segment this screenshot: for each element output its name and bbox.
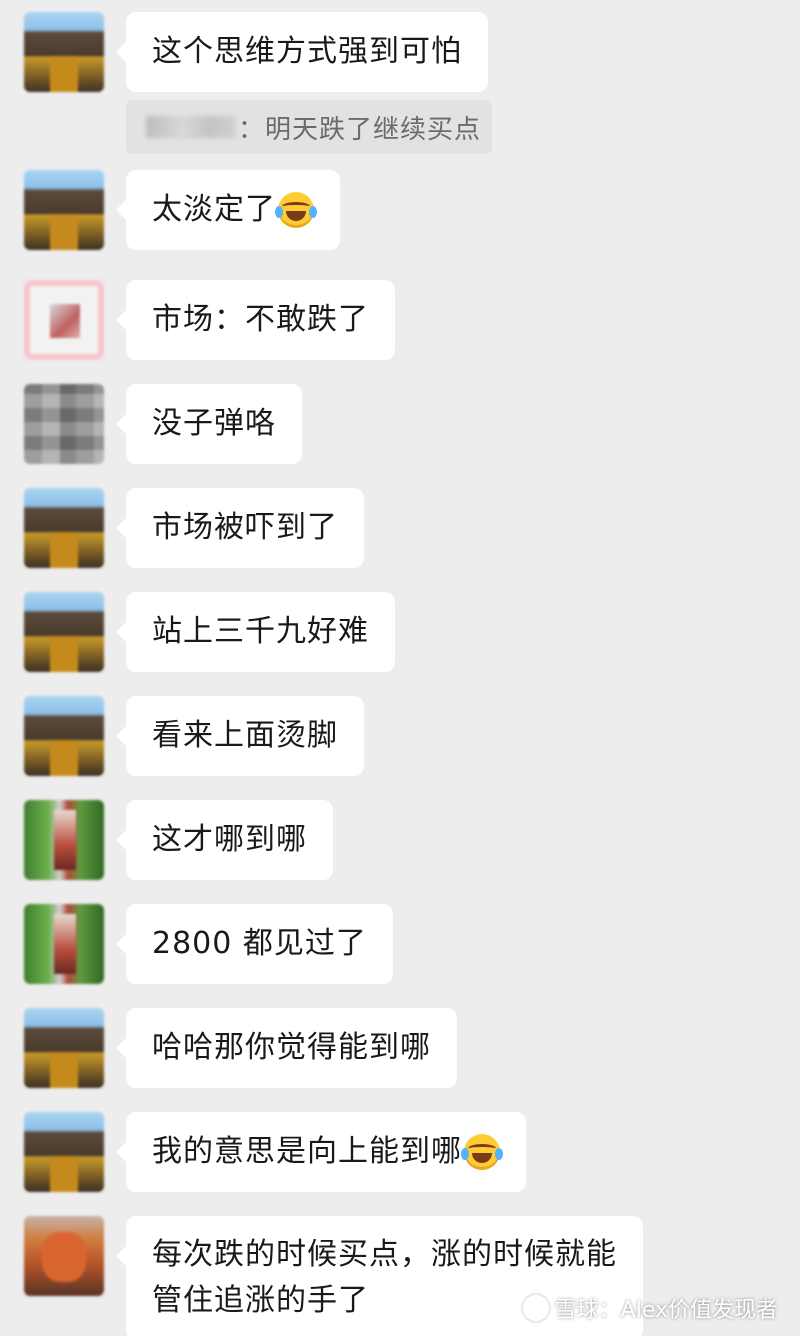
message-row: 站上三千九好难 bbox=[24, 592, 395, 672]
message-row: 这才哪到哪 bbox=[24, 800, 333, 880]
avatar-landscape-icon[interactable] bbox=[24, 1112, 104, 1192]
message-text: 这才哪到哪 bbox=[152, 822, 307, 857]
message-row: 没子弹咯 bbox=[24, 384, 302, 464]
watermark: 雪球：Alex价值发现者 bbox=[522, 1292, 778, 1324]
crying-emoji-icon bbox=[461, 1134, 503, 1170]
avatar-green-icon[interactable] bbox=[24, 904, 104, 984]
message-bubble[interactable]: 市场被吓到了 bbox=[116, 488, 364, 568]
watermark-text: 雪球：Alex价值发现者 bbox=[554, 1298, 778, 1323]
avatar-green-icon[interactable] bbox=[24, 800, 104, 880]
message-bubble[interactable]: 看来上面烫脚 bbox=[116, 696, 364, 776]
xueqiu-logo-icon bbox=[522, 1295, 549, 1321]
message-text: 没子弹咯 bbox=[152, 406, 276, 441]
message-text: 我的意思是向上能到哪 bbox=[152, 1134, 462, 1169]
message-row: 市场被吓到了 bbox=[24, 488, 364, 568]
message-text: 太淡定了 bbox=[152, 192, 276, 227]
message-bubble[interactable]: 哈哈那你觉得能到哪 bbox=[116, 1008, 457, 1088]
message-bubble[interactable]: 站上三千九好难 bbox=[116, 592, 395, 672]
avatar-orange-icon[interactable] bbox=[24, 1216, 104, 1296]
message-text: 这个思维方式强到可怕 bbox=[152, 34, 462, 69]
message-row: 太淡定了 bbox=[24, 170, 340, 250]
message-text: 看来上面烫脚 bbox=[152, 718, 338, 753]
message-bubble[interactable]: 这才哪到哪 bbox=[116, 800, 333, 880]
message-row: 我的意思是向上能到哪 bbox=[24, 1112, 526, 1192]
quoted-text: ：明天跌了继续买点 bbox=[238, 114, 482, 145]
message-text: 市场：不敢跌了 bbox=[152, 302, 369, 337]
message-row: 哈哈那你觉得能到哪 bbox=[24, 1008, 457, 1088]
message-text-line-1: 每次跌的时候买点，涨的时候就能 bbox=[152, 1237, 617, 1272]
avatar-landscape-icon[interactable] bbox=[24, 488, 104, 568]
message-row: 2800 都见过了 bbox=[24, 904, 393, 984]
message-text: 市场被吓到了 bbox=[152, 510, 338, 545]
message-row: 这个思维方式强到可怕 bbox=[24, 12, 488, 92]
avatar-landscape-icon[interactable] bbox=[24, 592, 104, 672]
avatar-landscape-icon[interactable] bbox=[24, 1008, 104, 1088]
message-row: 看来上面烫脚 bbox=[24, 696, 364, 776]
message-text: 站上三千九好难 bbox=[152, 614, 369, 649]
avatar-landscape-icon[interactable] bbox=[24, 170, 104, 250]
message-text: 2800 都见过了 bbox=[152, 926, 367, 961]
avatar-gray-icon[interactable] bbox=[24, 384, 104, 464]
message-bubble[interactable]: 没子弹咯 bbox=[116, 384, 302, 464]
quoted-message[interactable]: ：明天跌了继续买点 bbox=[126, 100, 492, 154]
message-bubble[interactable]: 这个思维方式强到可怕 bbox=[116, 12, 488, 92]
message-bubble[interactable]: 我的意思是向上能到哪 bbox=[116, 1112, 526, 1192]
quoted-sender-name-blurred bbox=[146, 116, 236, 138]
message-row: 市场：不敢跌了 bbox=[24, 280, 395, 360]
avatar-pink-frame-icon[interactable] bbox=[24, 280, 104, 360]
avatar-landscape-icon[interactable] bbox=[24, 12, 104, 92]
message-bubble[interactable]: 2800 都见过了 bbox=[116, 904, 393, 984]
message-bubble[interactable]: 市场：不敢跌了 bbox=[116, 280, 395, 360]
message-text: 哈哈那你觉得能到哪 bbox=[152, 1030, 431, 1065]
message-bubble[interactable]: 太淡定了 bbox=[116, 170, 340, 250]
avatar-landscape-icon[interactable] bbox=[24, 696, 104, 776]
chat-window: 这个思维方式强到可怕 ：明天跌了继续买点 太淡定了 市场：不敢跌了 没子弹咯 市… bbox=[0, 0, 800, 1336]
laughing-crying-emoji-icon bbox=[275, 192, 317, 228]
